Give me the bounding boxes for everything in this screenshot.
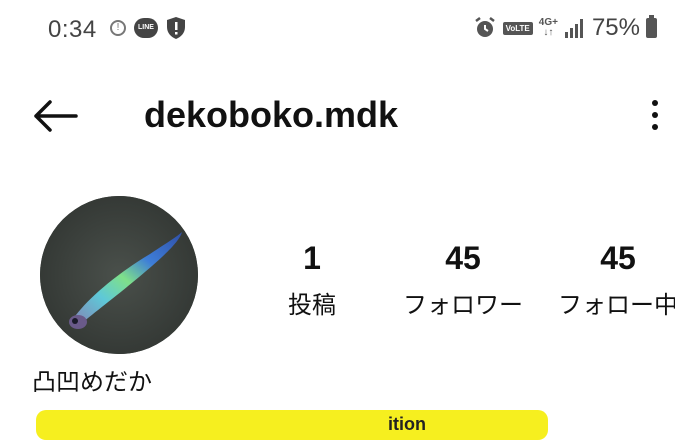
battery-icon (646, 15, 657, 38)
profile-username: dekoboko.mdk (144, 94, 399, 135)
status-left-icons: ! LINE (110, 16, 186, 40)
profile-top-bar: dekoboko.mdk (0, 80, 675, 152)
volte-badge: VoLTE (502, 21, 533, 35)
status-right-icons: VoLTE 4G+ ↓↑ 75% (473, 14, 657, 42)
posts-count: 1 (303, 240, 321, 276)
shield-icon (167, 17, 185, 39)
posts-label: 投稿 (288, 292, 336, 319)
alarm-icon (474, 17, 495, 37)
followers-label: フォロワー (403, 292, 523, 319)
following-count: 45 (600, 240, 636, 276)
stat-followers[interactable]: 45 フォロワー (394, 240, 532, 320)
followers-count: 45 (445, 240, 481, 276)
more-vertical-icon[interactable] (643, 96, 667, 136)
line-app-icon: LINE (134, 18, 158, 38)
battery-percent: 75% (591, 14, 640, 41)
bio-highlight (36, 410, 548, 440)
following-label: フォロー中 (558, 292, 675, 319)
status-bar: 0:34 ! LINE VoLTE 4G+ ↓↑ 75% (0, 0, 675, 60)
status-time: 0:34 (48, 16, 97, 43)
back-arrow-icon[interactable] (32, 100, 80, 132)
stat-posts[interactable]: 1 投稿 (270, 240, 354, 320)
avatar[interactable] (40, 196, 198, 354)
avatar-fish-image (40, 196, 198, 354)
info-circle-icon: ! (110, 20, 126, 36)
signal-icon (564, 19, 583, 38)
stat-following[interactable]: 45 フォロー中 (548, 240, 675, 320)
network-type: 4G+ ↓↑ (538, 17, 558, 38)
bio-text: ition (388, 414, 426, 434)
network-type-label: 4G+ (538, 17, 558, 28)
profile-display-name: 凸凹めだか (32, 369, 152, 396)
